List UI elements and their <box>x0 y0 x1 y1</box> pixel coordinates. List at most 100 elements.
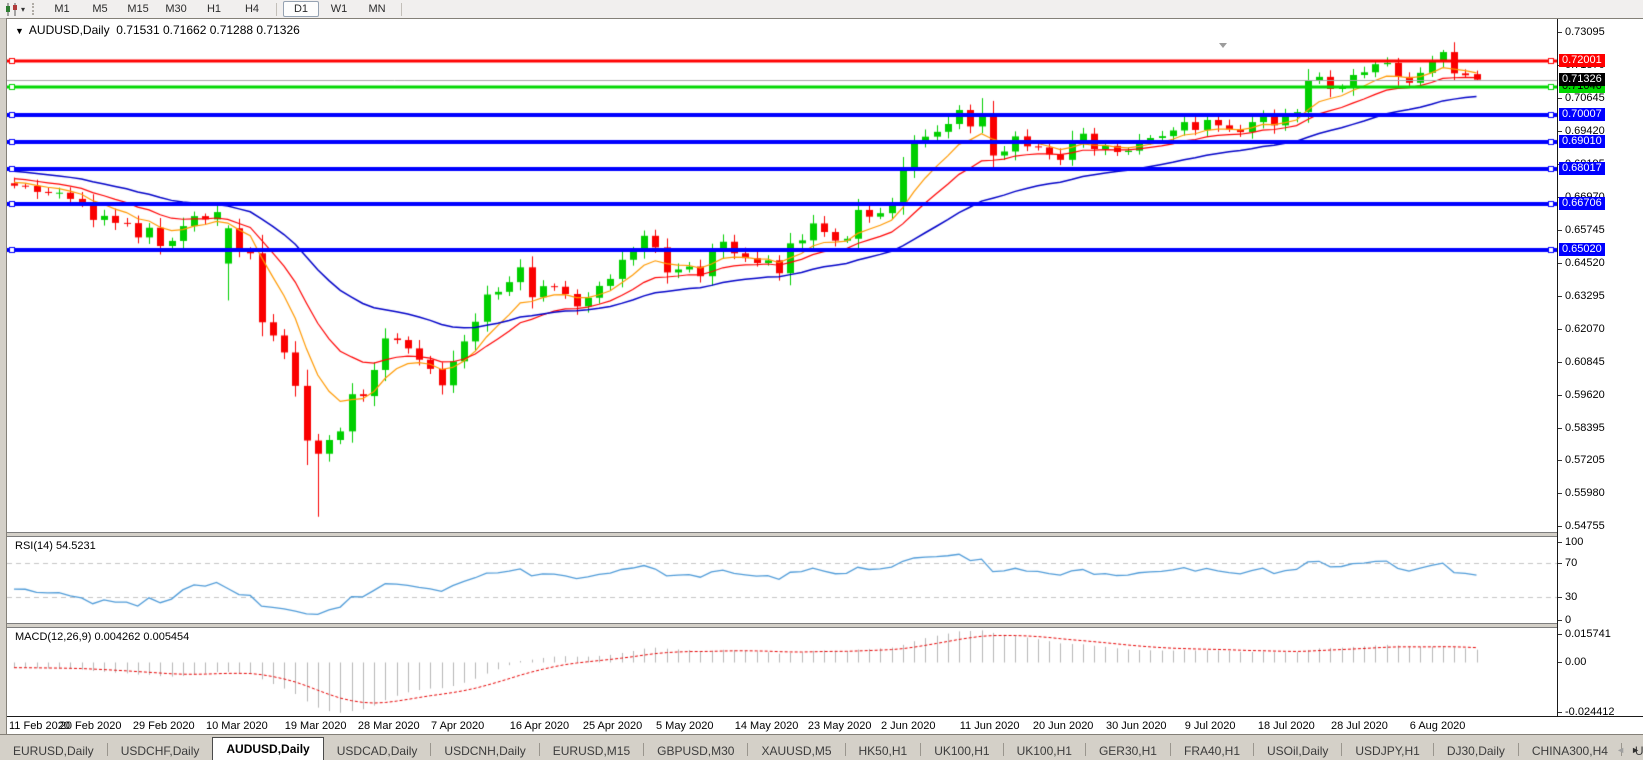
tab-usoil-daily[interactable]: USOil,Daily <box>1254 741 1341 760</box>
chart-symbol-period: AUDUSD,Daily <box>29 23 110 37</box>
rsi-tick: 30 <box>1565 591 1577 603</box>
axis-tick-mark <box>1558 131 1562 132</box>
axis-tick-mark <box>1558 329 1562 330</box>
date-tick: 20 Jun 2020 <box>1033 720 1094 732</box>
rsi-tick: 0 <box>1565 614 1571 626</box>
price-tick: 0.60845 <box>1565 356 1605 368</box>
axis-tick-mark <box>1558 526 1562 527</box>
price-tick: 0.57205 <box>1565 454 1605 466</box>
pane-splitter[interactable] <box>7 623 1643 628</box>
price-tick: 0.70645 <box>1565 92 1605 104</box>
tab-usdcad-daily[interactable]: USDCAD,Daily <box>324 741 431 760</box>
chart-collapse-caret[interactable]: ▼ <box>15 26 24 36</box>
axis-tick-mark <box>1558 428 1562 429</box>
date-tick: 28 Jul 2020 <box>1331 720 1388 732</box>
timeframe-button-m30[interactable]: M30 <box>158 1 194 17</box>
tab-dj30-daily[interactable]: DJ30,Daily <box>1434 741 1518 760</box>
tab-audusd-daily[interactable]: AUDUSD,Daily <box>212 737 323 760</box>
chart-period-button[interactable]: ▾ <box>2 1 28 17</box>
price-tick: 0.64520 <box>1565 257 1605 269</box>
tab-xauusd-m5[interactable]: XAUUSD,M5 <box>748 741 844 760</box>
rsi-tick: 100 <box>1565 536 1583 548</box>
tab-gbpusd-m30[interactable]: GBPUSD,M30 <box>644 741 747 760</box>
macd-tick: 0.00 <box>1565 656 1586 668</box>
date-tick: 23 May 2020 <box>808 720 872 732</box>
tab-eurusd-m15[interactable]: EURUSD,M15 <box>540 741 643 760</box>
axis-tick-mark <box>1558 597 1562 598</box>
current-price-badge: 0.71326 <box>1559 73 1605 86</box>
rsi-tick: 70 <box>1565 557 1577 569</box>
pane-splitter[interactable] <box>7 532 1643 537</box>
tab-usdchf-daily[interactable]: USDCHF,Daily <box>108 741 213 760</box>
date-tick: 10 Mar 2020 <box>206 720 268 732</box>
axis-tick-mark <box>1558 263 1562 264</box>
macd-pane-canvas[interactable] <box>7 628 1557 716</box>
macd-indicator-label: MACD(12,26,9) 0.004262 0.005454 <box>15 631 189 643</box>
tab-usdcnh-daily[interactable]: USDCNH,Daily <box>431 741 538 760</box>
tab-hk50-h1[interactable]: HK50,H1 <box>846 741 921 760</box>
axis-tick-mark <box>1558 563 1562 564</box>
tab-china300-h4[interactable]: CHINA300,H4 <box>1519 741 1621 760</box>
axis-tick-mark <box>1558 542 1562 543</box>
date-tick: 9 Jul 2020 <box>1185 720 1236 732</box>
axis-tick-mark <box>1558 460 1562 461</box>
date-tick: 29 Feb 2020 <box>133 720 195 732</box>
axis-tick-mark <box>1558 634 1562 635</box>
price-line-badge: 0.70007 <box>1559 108 1605 121</box>
price-line-badge: 0.69010 <box>1559 135 1605 148</box>
date-tick: 6 Aug 2020 <box>1410 720 1466 732</box>
date-axis[interactable]: 11 Feb 202020 Feb 202029 Feb 202010 Mar … <box>7 716 1643 736</box>
timeframe-button-h1[interactable]: H1 <box>196 1 232 17</box>
date-tick: 7 Apr 2020 <box>431 720 484 732</box>
timeframe-button-d1[interactable]: D1 <box>283 1 319 17</box>
toolbar-separator <box>276 3 277 16</box>
date-tick: 16 Apr 2020 <box>510 720 569 732</box>
price-tick: 0.73095 <box>1565 26 1605 38</box>
price-tick: 0.59620 <box>1565 389 1605 401</box>
axis-tick-mark <box>1558 493 1562 494</box>
timeframe-button-m5[interactable]: M5 <box>82 1 118 17</box>
rsi-indicator-label: RSI(14) 54.5231 <box>15 540 96 552</box>
tab-uk100-h1[interactable]: UK100,H1 <box>921 741 1002 760</box>
tab-scroll-right-icon[interactable]: ► <box>1631 744 1640 756</box>
timeframe-button-mn[interactable]: MN <box>359 1 395 17</box>
price-tick: 0.58395 <box>1565 422 1605 434</box>
date-tick: 25 Apr 2020 <box>583 720 642 732</box>
main-chart-canvas[interactable] <box>7 19 1557 532</box>
chevron-down-icon: ▾ <box>21 5 25 14</box>
timeframes-toolbar: ▾ M1M5M15M30H1H4 D1W1MN <box>0 0 1643 19</box>
chart-ohlc-values: 0.71531 0.71662 0.71288 0.71326 <box>116 23 300 37</box>
tab-eurusd-daily[interactable]: EURUSD,Daily <box>0 741 107 760</box>
rsi-pane-canvas[interactable] <box>7 537 1557 623</box>
mt4-window: ▾ M1M5M15M30H1H4 D1W1MN ▼ AUDUSD,Daily 0.7… <box>0 0 1643 760</box>
price-line-badge: 0.65020 <box>1559 243 1605 256</box>
timeframe-button-m15[interactable]: M15 <box>120 1 156 17</box>
tab-fra40-h1[interactable]: FRA40,H1 <box>1171 741 1253 760</box>
axis-tick-mark <box>1558 620 1562 621</box>
date-tick: 30 Jun 2020 <box>1106 720 1167 732</box>
tab-ger30-h1[interactable]: GER30,H1 <box>1086 741 1170 760</box>
date-tick: 19 Mar 2020 <box>285 720 347 732</box>
price-tick: 0.54755 <box>1565 520 1605 532</box>
toolbar-grip[interactable] <box>32 3 37 15</box>
timeframe-button-m1[interactable]: M1 <box>44 1 80 17</box>
date-tick: 14 May 2020 <box>735 720 799 732</box>
price-tick: 0.63295 <box>1565 290 1605 302</box>
tab-uk100-h1[interactable]: UK100,H1 <box>1004 741 1085 760</box>
price-tick: 0.65745 <box>1565 224 1605 236</box>
timeframe-button-w1[interactable]: W1 <box>321 1 357 17</box>
chart-tab-bar: EURUSD,DailyUSDCHF,DailyAUDUSD,DailyUSDC… <box>0 734 1643 760</box>
price-axis[interactable]: 0.730950.718700.706450.694200.681950.669… <box>1558 19 1643 716</box>
chart-title: ▼ AUDUSD,Daily 0.71531 0.71662 0.71288 0.… <box>15 23 300 37</box>
axis-tick-mark <box>1558 362 1562 363</box>
axis-tick-mark <box>1558 296 1562 297</box>
date-tick: 5 May 2020 <box>656 720 713 732</box>
axis-tick-mark <box>1558 98 1562 99</box>
timeframe-button-h4[interactable]: H4 <box>234 1 270 17</box>
tab-scroll-left-icon[interactable]: ◄ <box>1616 744 1625 756</box>
date-tick: 28 Mar 2020 <box>358 720 420 732</box>
chart-area: ▼ AUDUSD,Daily 0.71531 0.71662 0.71288 0.… <box>6 18 1643 735</box>
date-tick: 11 Jun 2020 <box>960 720 1020 732</box>
candlestick-chart-icon <box>5 3 19 16</box>
tab-usdjpy-h1[interactable]: USDJPY,H1 <box>1342 741 1432 760</box>
